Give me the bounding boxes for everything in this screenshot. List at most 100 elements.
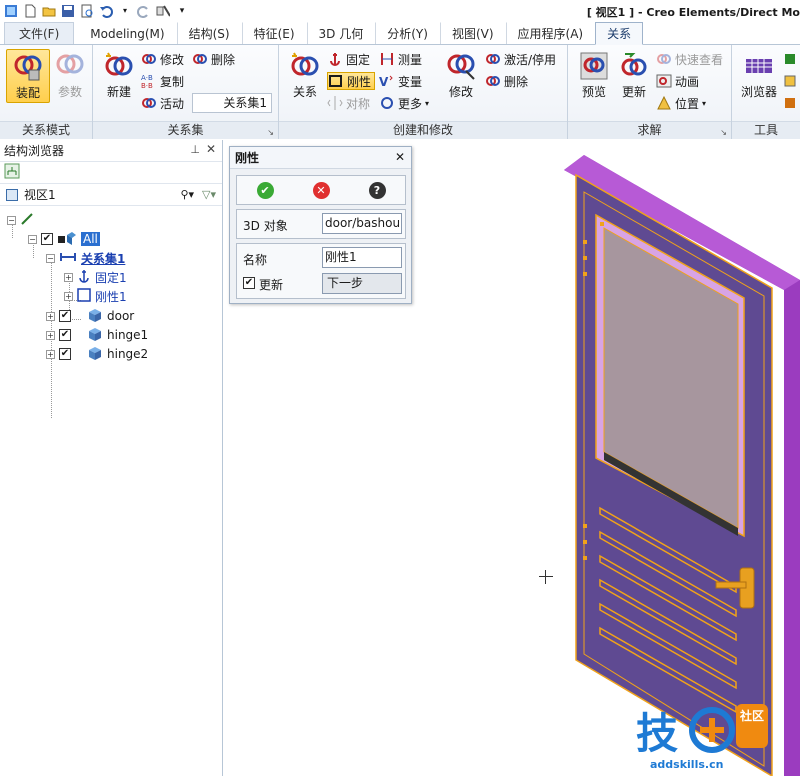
root-line-icon (20, 212, 34, 229)
redo-icon[interactable] (137, 4, 151, 18)
tab-3d-geometry[interactable]: 3D 几何 (306, 22, 376, 44)
view-selector-row[interactable]: 视区1 ⚲▾ ▽▾ (0, 184, 222, 206)
activate-icon (485, 51, 501, 67)
tab-file[interactable]: 文件(F) (4, 22, 75, 44)
tree-item-door[interactable]: + ✔ door (46, 307, 134, 325)
tab-analysis[interactable]: 分析(Y) (375, 22, 440, 44)
new-set-button[interactable]: 新建 (97, 49, 141, 103)
active-set-button[interactable]: 活动 (141, 94, 184, 112)
expand-icon[interactable]: + (64, 291, 73, 301)
close-icon[interactable]: ✕ (395, 150, 405, 164)
collapse-icon[interactable]: − (28, 234, 37, 244)
collapse-icon[interactable]: − (7, 215, 16, 225)
window-title: [ 视区1 ] - Creo Elements/Direct Mo (586, 6, 800, 19)
tab-view[interactable]: 视图(V) (439, 22, 506, 44)
tab-applications[interactable]: 应用程序(A) (505, 22, 596, 44)
position-icon (656, 95, 672, 111)
expand-icon[interactable]: + (46, 330, 55, 340)
assemble-button[interactable]: 装配 (6, 49, 50, 103)
delete-set-button[interactable]: 删除 (192, 50, 235, 68)
modify-relation-button[interactable]: 修改 (439, 49, 483, 103)
copy-set-label: 复制 (160, 74, 185, 89)
tree-item-relset[interactable]: − 关系集1 (46, 249, 125, 267)
active-set-combo[interactable]: 关系集1 (192, 93, 272, 113)
expand-icon[interactable]: + (46, 349, 55, 359)
tree-item-hinge2[interactable]: + ✔ hinge2 (46, 345, 148, 363)
ok-icon[interactable]: ✔ (256, 181, 274, 199)
object-field[interactable]: door/bashou (322, 213, 402, 234)
collapse-icon[interactable]: − (46, 253, 55, 263)
modify-set-button[interactable]: 修改 (141, 50, 184, 68)
help-icon[interactable]: ? (368, 181, 386, 199)
delete-relation-button[interactable]: 删除 (485, 72, 528, 90)
open-icon[interactable] (42, 4, 56, 18)
visibility-checkbox[interactable]: ✔ (59, 348, 71, 360)
dropdown-arrow-icon[interactable]: ▾ (118, 4, 132, 18)
binoculars-icon[interactable]: ⚲▾ (180, 188, 194, 201)
symmetric-icon (327, 95, 343, 111)
cancel-icon[interactable]: ✕ (312, 181, 330, 199)
tools-icon[interactable] (156, 4, 170, 18)
undo-icon[interactable] (99, 4, 113, 18)
print-preview-icon[interactable] (80, 4, 94, 18)
more-button[interactable]: 更多 ▾ (379, 94, 429, 112)
app-icon[interactable] (4, 4, 18, 18)
customize-icon[interactable]: ▾ (175, 4, 189, 18)
group-label-relation-set: 关系集 ↘ (93, 121, 278, 139)
relation-button[interactable]: 关系 (283, 49, 327, 103)
visibility-checkbox[interactable]: ✔ (59, 329, 71, 341)
active-set-icon (141, 95, 157, 111)
next-button[interactable]: 下一步 (322, 273, 402, 294)
quick-view-button[interactable]: 快速查看 (656, 50, 723, 68)
chevron-down-icon: ▾ (425, 98, 430, 108)
update-button[interactable]: 更新 (612, 49, 656, 103)
watermark-text: addskills.cn (650, 758, 724, 771)
dialog-launcher-icon[interactable]: ↘ (720, 124, 727, 141)
close-icon[interactable]: ✕ (206, 142, 216, 156)
tree-item-all-label: All (81, 232, 100, 246)
tool-extra-2-icon[interactable] (782, 72, 798, 90)
animate-button[interactable]: 动画 (656, 72, 699, 90)
name-field[interactable]: 刚性1 (322, 247, 402, 268)
preview-icon (577, 49, 611, 83)
tree-item-rigid-label: 刚性1 (95, 289, 127, 304)
tree-icon[interactable] (4, 163, 20, 182)
save-icon[interactable] (61, 4, 75, 18)
tab-structure[interactable]: 结构(S) (176, 22, 242, 44)
group-solve: 预览 更新 快速查看 动画 位置 ▾ 求解 ↘ (568, 45, 732, 139)
copy-set-button[interactable]: A·B B·B 复制 (141, 72, 184, 90)
rigid-button[interactable]: 刚性 (327, 72, 376, 90)
pin-icon[interactable]: ⊥ (190, 143, 200, 156)
visibility-checkbox[interactable]: ✔ (41, 233, 53, 245)
expand-icon[interactable]: + (64, 272, 73, 282)
tab-relations[interactable]: 关系 (595, 22, 644, 45)
new-icon[interactable] (23, 4, 37, 18)
activate-label: 激活/停用 (504, 52, 557, 67)
variable-button[interactable]: V 变量 (379, 72, 422, 90)
tree-item-fixed[interactable]: + 固定1 (64, 268, 127, 286)
measure-label: 测量 (398, 52, 423, 67)
anchor-icon (327, 51, 343, 67)
filter-icon[interactable]: ▽▾ (202, 188, 216, 201)
expand-icon[interactable]: + (46, 311, 55, 321)
measure-button[interactable]: 测量 (379, 50, 422, 68)
param-button[interactable]: 参数 (48, 49, 92, 103)
tree-item-hinge1[interactable]: + ✔ hinge1 (46, 326, 148, 344)
tree-item-rigid[interactable]: + 刚性1 (64, 287, 127, 305)
tab-modeling[interactable]: Modeling(M) (78, 22, 176, 44)
visibility-checkbox[interactable]: ✔ (59, 310, 71, 322)
tool-extra-3-icon[interactable] (782, 94, 798, 112)
watermark-badge: 社区 (740, 709, 765, 723)
position-button[interactable]: 位置 ▾ (656, 94, 706, 112)
tree-item-all[interactable]: − ✔ All (28, 230, 100, 248)
preview-button[interactable]: 预览 (572, 49, 616, 103)
browser-button[interactable]: 浏览器 (736, 49, 782, 103)
tool-extra-1-icon[interactable] (782, 50, 798, 68)
tab-feature[interactable]: 特征(E) (241, 22, 307, 44)
new-set-icon (102, 49, 136, 83)
dialog-launcher-icon[interactable]: ↘ (267, 124, 274, 141)
activate-button[interactable]: 激活/停用 (485, 50, 556, 68)
fix-button[interactable]: 固定 (327, 50, 370, 68)
update-checkbox[interactable]: ✔ (243, 277, 255, 289)
symmetric-button[interactable]: 对称 (327, 94, 370, 112)
